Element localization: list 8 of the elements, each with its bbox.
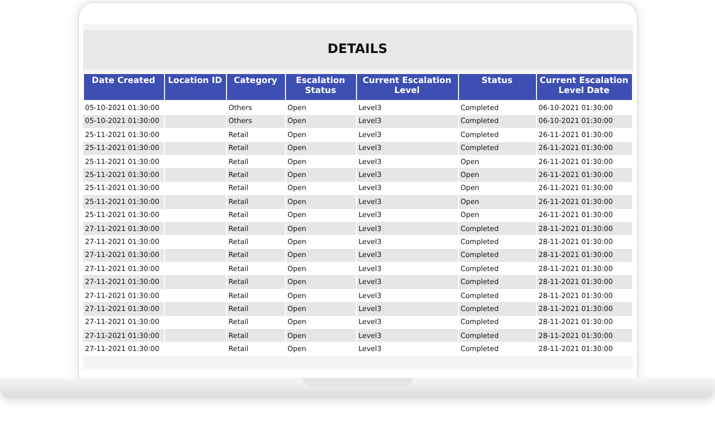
- column-header[interactable]: Current Escalation Level: [356, 74, 458, 101]
- page-title: DETAILS: [82, 30, 632, 69]
- column-header[interactable]: Category: [226, 74, 285, 101]
- column-header[interactable]: Escalation Status: [285, 74, 356, 101]
- column-header[interactable]: Location ID: [164, 74, 226, 101]
- column-header[interactable]: Current Escalation Level Date: [536, 74, 632, 101]
- column-header[interactable]: Status: [458, 74, 536, 101]
- column-header[interactable]: Date Created: [83, 74, 164, 101]
